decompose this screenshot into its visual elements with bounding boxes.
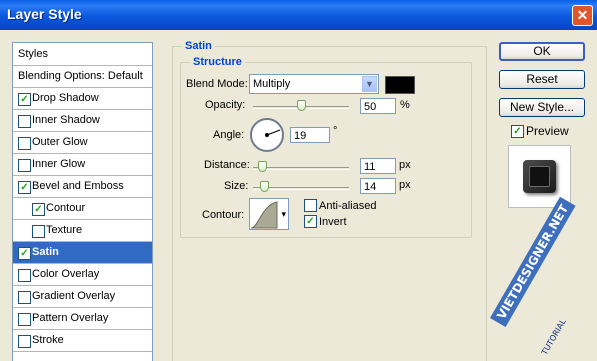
style-item-color-overlay[interactable]: Color Overlay (13, 264, 152, 286)
style-item-inner-shadow[interactable]: Inner Shadow (13, 110, 152, 132)
style-item-checkbox[interactable] (18, 269, 31, 282)
angle-needle (265, 129, 281, 137)
style-item-label: Drop Shadow (32, 92, 99, 104)
style-item-inner-glow[interactable]: Inner Glow (13, 154, 152, 176)
styles-list: Styles Blending Options: Default ✓ Drop S… (12, 42, 153, 361)
preview-swatch-inner (529, 166, 550, 187)
style-item-checkbox[interactable] (32, 225, 45, 238)
style-item-checkbox[interactable] (18, 291, 31, 304)
style-item-contour[interactable]: ✓ Contour (13, 198, 152, 220)
size-field[interactable]: 14 (360, 178, 396, 194)
distance-label: Distance: (204, 159, 250, 171)
ok-button[interactable]: OK (499, 42, 585, 61)
structure-group-title: Structure (190, 56, 245, 68)
blending-options-item[interactable]: Blending Options: Default (13, 66, 152, 88)
distance-unit: px (399, 159, 411, 171)
style-item-label: Stroke (32, 334, 64, 346)
style-item-pattern-overlay[interactable]: Pattern Overlay (13, 308, 152, 330)
style-item-gradient-overlay[interactable]: Gradient Overlay (13, 286, 152, 308)
satin-group-title: Satin (182, 40, 215, 52)
opacity-unit: % (400, 99, 410, 111)
angle-label: Angle: (213, 129, 245, 141)
style-item-label: Satin (32, 246, 59, 258)
invert-label[interactable]: Invert (319, 216, 347, 228)
window-title: Layer Style (7, 6, 82, 22)
style-item-bevel-and-emboss[interactable]: ✓ Bevel and Emboss (13, 176, 152, 198)
style-item-satin[interactable]: ✓ Satin (13, 242, 152, 264)
style-item-checkbox[interactable]: ✓ (32, 203, 45, 216)
opacity-slider-thumb[interactable] (297, 100, 306, 111)
preview-checkbox[interactable]: ✓ (511, 125, 524, 138)
style-item-checkbox[interactable]: ✓ (18, 93, 31, 106)
new-style-button[interactable]: New Style... (499, 98, 585, 117)
style-item-texture[interactable]: Texture (13, 220, 152, 242)
style-item-checkbox[interactable]: ✓ (18, 181, 31, 194)
reset-button[interactable]: Reset (499, 70, 585, 89)
style-item-label: Contour (46, 202, 86, 214)
opacity-label: Opacity: (205, 99, 246, 111)
style-item-checkbox[interactable] (18, 115, 31, 128)
style-item-checkbox[interactable] (18, 313, 31, 326)
style-item-label: Color Overlay (32, 268, 100, 280)
style-item-checkbox[interactable] (18, 159, 31, 172)
style-item-label: Texture (46, 224, 83, 236)
angle-unit: ° (333, 125, 338, 137)
distance-field[interactable]: 11 (360, 158, 396, 174)
blend-mode-value: Multiply (253, 78, 291, 90)
contour-label: Contour: (202, 209, 245, 221)
distance-slider-track[interactable] (253, 167, 349, 170)
angle-field[interactable]: 19 (290, 127, 330, 143)
style-item-checkbox[interactable]: ✓ (18, 247, 31, 260)
style-item-label: Pattern Overlay (32, 312, 109, 324)
blend-mode-select[interactable]: Multiply ▼ (249, 74, 379, 94)
angle-dial[interactable] (250, 118, 284, 152)
watermark-text: VIETDESIGNER.NET (490, 196, 576, 327)
style-item-outer-glow[interactable]: Outer Glow (13, 132, 152, 154)
close-icon: ✕ (576, 7, 589, 23)
styles-header[interactable]: Styles (13, 43, 152, 66)
style-item-stroke[interactable]: Stroke (13, 330, 152, 352)
style-item-checkbox[interactable] (18, 335, 31, 348)
blend-mode-label: Blend Mode: (186, 78, 248, 90)
contour-dropdown-icon[interactable]: ▾ (281, 209, 286, 220)
size-label: Size: (224, 180, 249, 192)
style-item-label: Inner Glow (32, 158, 86, 170)
size-unit: px (399, 179, 411, 191)
invert-checkbox[interactable]: ✓ (304, 215, 317, 228)
contour-curve (250, 201, 278, 229)
anti-aliased-checkbox[interactable] (304, 199, 317, 212)
style-item-label: Bevel and Emboss (32, 180, 124, 192)
contour-picker[interactable]: ▾ (249, 198, 289, 230)
preview-swatch (523, 160, 556, 193)
chevron-down-icon[interactable]: ▼ (362, 76, 377, 92)
title-bar: Layer Style ✕ (0, 0, 597, 30)
style-item-checkbox[interactable] (18, 137, 31, 150)
opacity-field[interactable]: 50 (360, 98, 396, 114)
style-item-label: Inner Shadow (32, 114, 100, 126)
distance-slider-thumb[interactable] (258, 161, 267, 172)
size-slider-thumb[interactable] (260, 181, 269, 192)
style-item-label: Gradient Overlay (32, 290, 116, 302)
blend-color-swatch[interactable] (385, 76, 415, 94)
close-button[interactable]: ✕ (572, 5, 593, 26)
preview-label[interactable]: Preview (526, 124, 569, 138)
style-item-drop-shadow[interactable]: ✓ Drop Shadow (13, 88, 152, 110)
watermark-subtext: TUTORIAL (540, 317, 568, 357)
anti-aliased-label[interactable]: Anti-aliased (319, 200, 376, 212)
style-item-label: Outer Glow (32, 136, 88, 148)
